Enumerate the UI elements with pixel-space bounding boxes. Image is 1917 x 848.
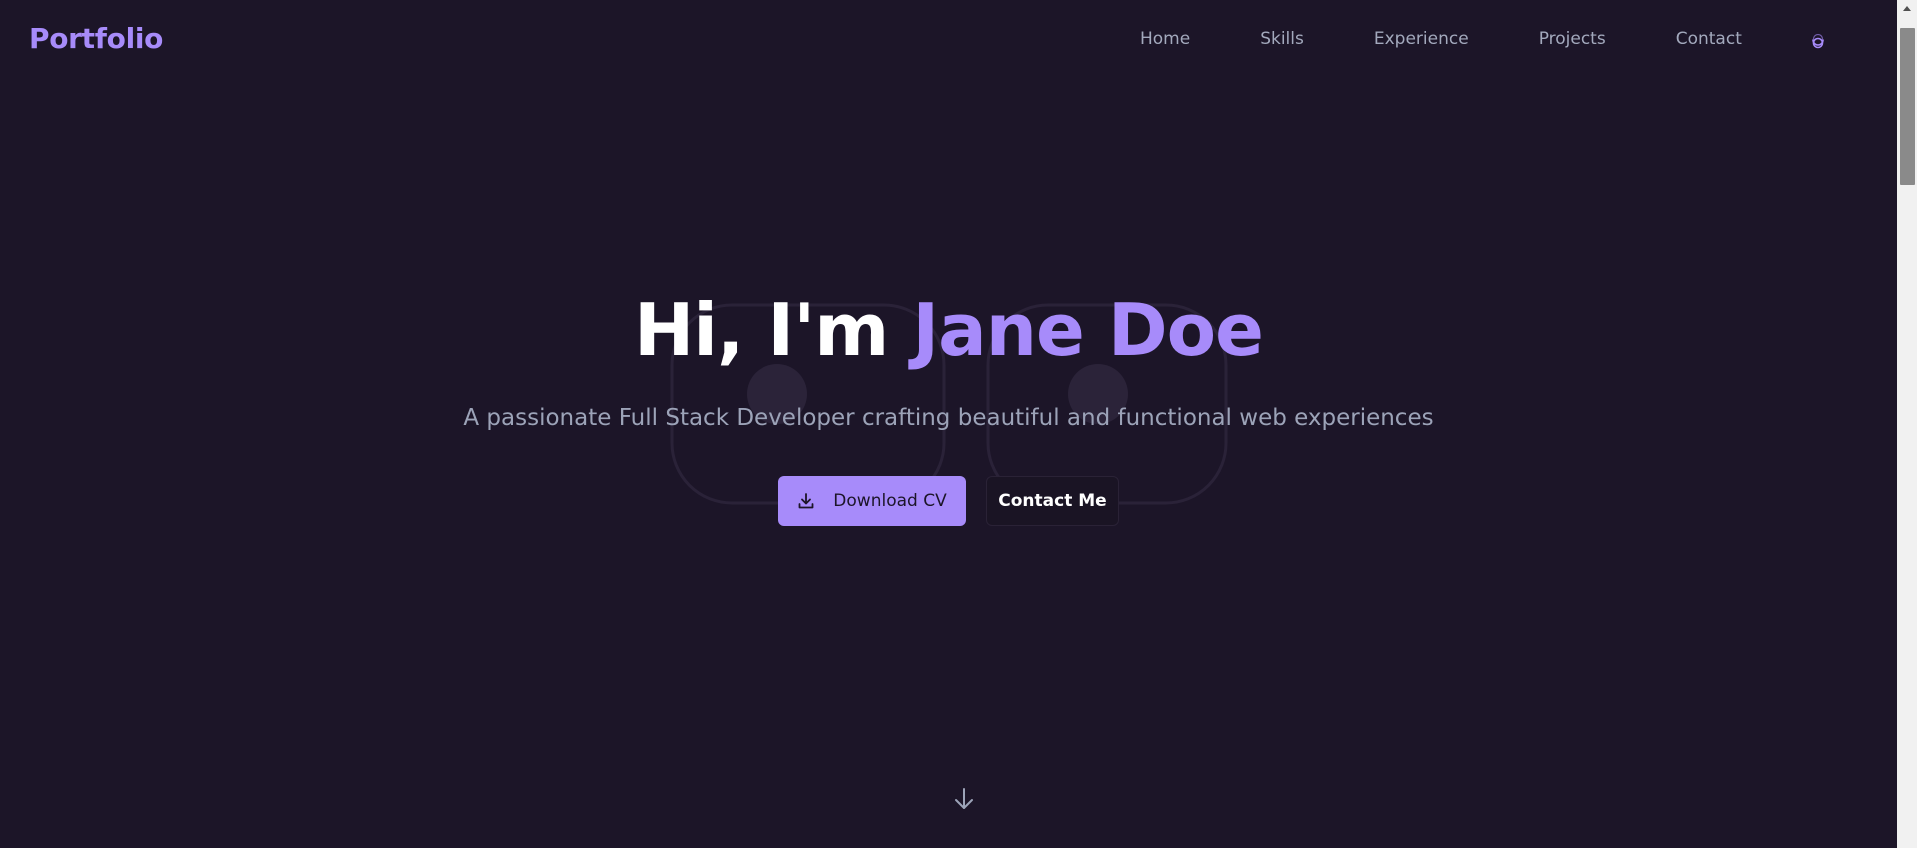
- nav-projects[interactable]: Projects: [1539, 29, 1606, 49]
- nav-skills[interactable]: Skills: [1260, 29, 1304, 49]
- hero-name: Jane Doe: [912, 288, 1264, 372]
- contact-me-label: Contact Me: [998, 491, 1107, 511]
- nav-home[interactable]: Home: [1140, 29, 1190, 49]
- scrollbar-thumb[interactable]: [1900, 28, 1915, 185]
- hero-greeting: Hi, I'm: [634, 288, 889, 372]
- download-icon: [797, 492, 815, 510]
- arrow-down-icon: [955, 788, 973, 809]
- scroll-up-button[interactable]: [1897, 0, 1917, 16]
- brand-logo[interactable]: Portfolio: [29, 22, 163, 55]
- page: Portfolio Home Skills Experience Project…: [0, 0, 1917, 848]
- main-nav: Home Skills Experience Projects Contact: [1140, 29, 1742, 49]
- theme-toggle-button[interactable]: [1806, 30, 1830, 54]
- hero-title: Hi, I'm Jane Doe: [0, 294, 1897, 366]
- hero-subtitle: A passionate Full Stack Developer crafti…: [463, 405, 1434, 431]
- chevron-up-icon: [1903, 6, 1911, 11]
- nav-contact[interactable]: Contact: [1676, 29, 1742, 49]
- nav-experience[interactable]: Experience: [1374, 29, 1469, 49]
- scroll-down-button[interactable]: [951, 786, 977, 812]
- download-cv-label: Download CV: [833, 491, 947, 511]
- page-scrollbar[interactable]: [1897, 0, 1917, 848]
- contact-me-button[interactable]: Contact Me: [986, 476, 1119, 526]
- moon-icon: [1812, 34, 1824, 49]
- download-cv-button[interactable]: Download CV: [778, 476, 966, 526]
